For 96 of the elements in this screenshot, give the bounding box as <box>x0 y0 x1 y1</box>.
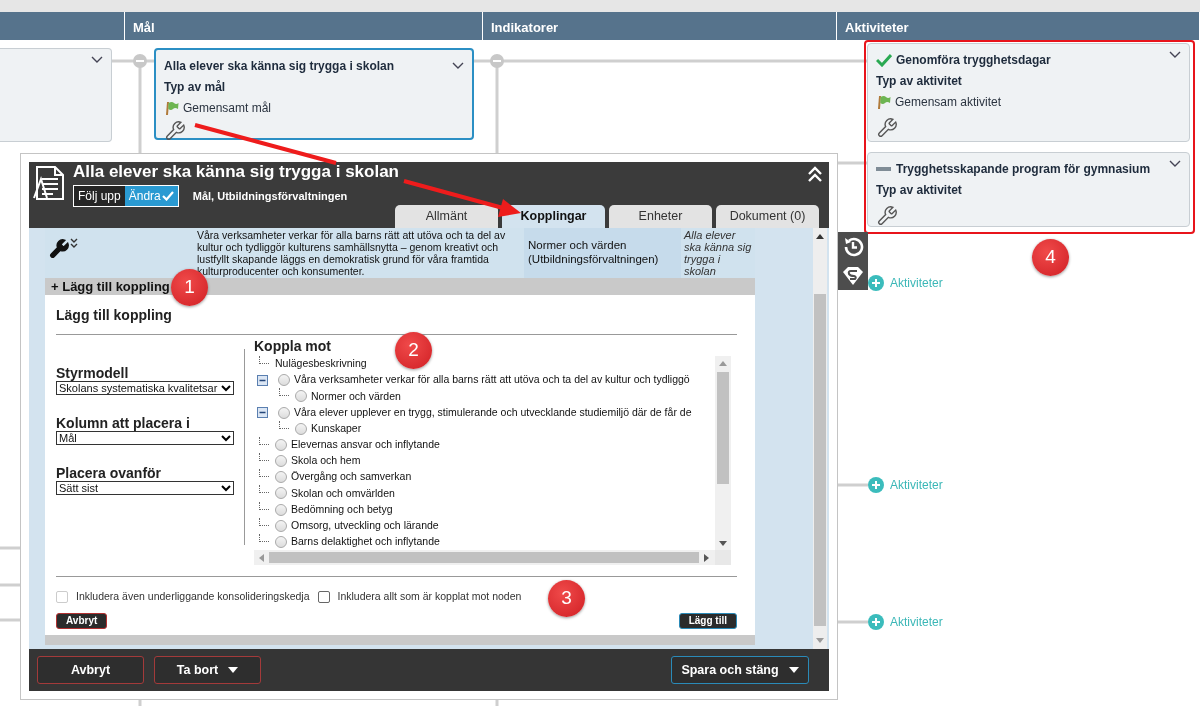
checkbox[interactable] <box>317 590 330 603</box>
collapse-icon[interactable] <box>257 374 268 386</box>
check-icon <box>876 53 892 67</box>
plus-icon <box>868 275 884 291</box>
expand-icon[interactable] <box>70 238 78 250</box>
tree-item[interactable]: Våra verksamheter verkar för alla barns rätt att utöva och ta del av kultur och tydliggö <box>294 372 690 389</box>
plus-icon <box>868 614 884 630</box>
radio-button[interactable] <box>275 455 287 468</box>
card-title: Alla elever ska känna sig trygga i skolan <box>164 58 395 75</box>
tab[interactable]: Kopplingar <box>502 205 605 228</box>
scrollbar-thumb[interactable] <box>717 372 729 484</box>
check-icon <box>161 191 174 201</box>
tree-title: Koppla mot <box>254 338 331 354</box>
tree-item[interactable]: Omsorg, utveckling och lärande <box>291 517 439 534</box>
field-label: Kolumn att placera i <box>56 415 191 431</box>
dialog-title: Alla elever ska känna sig trygga i skolan <box>73 162 399 182</box>
column-header: Indikatorer <box>483 12 837 40</box>
select-field[interactable]: Sätt sist <box>56 481 234 495</box>
dash-icon <box>876 166 892 172</box>
chevron-icon[interactable] <box>1169 160 1181 168</box>
step-badge: 4 <box>1032 239 1069 276</box>
tree-item[interactable]: Bedömning och betyg <box>291 501 393 518</box>
tree-item[interactable]: Normer och värden <box>311 388 401 405</box>
caret-icon <box>221 434 231 442</box>
tab[interactable]: Dokument (0) <box>716 205 819 228</box>
tree-item[interactable]: Skolan och omvärlden <box>291 485 395 502</box>
radio-button[interactable] <box>278 406 290 419</box>
tree-item[interactable]: Kunskaper <box>311 420 362 437</box>
type-label: Typ av aktivitet <box>876 73 963 90</box>
column-header: Mål <box>125 12 483 40</box>
flag-icon <box>876 95 891 109</box>
tree-item[interactable]: Övergång och samverkan <box>291 469 412 486</box>
history-icon[interactable] <box>842 236 864 258</box>
card-title: Genomföra trygghetsdagar <box>896 52 1051 69</box>
tree-item[interactable]: Nulägesbeskrivning <box>275 356 367 372</box>
scrollbar-thumb[interactable] <box>814 294 826 626</box>
caret-icon <box>221 384 231 392</box>
goal-card[interactable]: Alla elever ska känna sig trygga i skolan Typ av mål Gemensamt mål <box>154 48 474 140</box>
tab[interactable]: Enheter <box>609 205 712 228</box>
caret-icon <box>221 484 231 492</box>
tree-item[interactable]: Våra elever upplever en trygg, stimulerande och utvecklande studiemiljö där de får de <box>294 404 692 421</box>
column-header: Aktiviteter <box>837 12 1200 40</box>
checkbox-label[interactable]: Inkludera allt som är kopplat mot noden <box>337 589 522 605</box>
type-label: Typ av aktivitet <box>876 182 963 199</box>
select-field[interactable]: Skolans systematiska kvalitetsar <box>56 381 234 395</box>
select-field[interactable]: Mål <box>56 431 234 445</box>
connection-source: Alla elever ska känna sig trygga i skolan <box>682 228 753 278</box>
radio-button[interactable] <box>275 471 287 484</box>
tab[interactable]: Allmänt <box>395 205 498 228</box>
footer-button[interactable]: Spara och stäng <box>671 656 809 685</box>
chevron-icon[interactable] <box>91 56 103 64</box>
dialog-subtitle: Mål, Utbildningsförvaltningen <box>192 188 348 204</box>
flag-icon <box>164 101 179 115</box>
wrench-icon[interactable] <box>876 117 898 139</box>
scroll-up-icon[interactable] <box>816 234 824 239</box>
card-title: Trygghetsskapande program för gymnasium <box>896 161 1151 178</box>
field-label: Placera ovanför <box>56 465 163 481</box>
node-card[interactable] <box>0 48 112 142</box>
scroll-left-icon[interactable] <box>259 553 264 562</box>
radio-button[interactable] <box>275 438 287 451</box>
shield-icon[interactable] <box>842 266 864 286</box>
footer-button[interactable]: Ta bort <box>154 656 261 685</box>
tree-item[interactable]: Barns delaktighet och inflytande <box>291 534 440 550</box>
radio-button[interactable] <box>295 390 307 403</box>
scroll-right-icon[interactable] <box>704 553 709 562</box>
tree-item[interactable]: Skola och hem <box>291 453 361 469</box>
collapse-icon[interactable] <box>257 407 268 419</box>
footer-button[interactable]: Avbryt <box>37 656 144 685</box>
radio-button[interactable] <box>295 422 307 435</box>
wrench-icon[interactable] <box>48 238 70 260</box>
activity-card[interactable]: Genomföra trygghetsdagar Typ av aktivitet Gemensam aktivitet <box>867 43 1190 142</box>
type-label: Typ av mål <box>164 79 227 96</box>
radio-button[interactable] <box>275 503 287 516</box>
document-icon <box>33 165 67 201</box>
radio-button[interactable] <box>278 374 290 387</box>
chevron-icon[interactable] <box>1169 51 1181 59</box>
chevron-icon[interactable] <box>452 62 464 70</box>
form-title: Lägg till koppling <box>56 306 173 325</box>
type-value: Gemensamt mål <box>183 100 272 117</box>
plus-icon <box>868 477 884 493</box>
add-button[interactable]: Lägg till <box>678 612 737 629</box>
field-label: Styrmodell <box>56 365 130 381</box>
wrench-icon[interactable] <box>876 205 898 227</box>
scrollbar-thumb[interactable] <box>269 552 699 563</box>
radio-button[interactable] <box>275 487 287 500</box>
radio-button[interactable] <box>275 535 287 548</box>
type-value: Gemensam aktivitet <box>895 94 1002 111</box>
activity-card[interactable]: Trygghetsskapande program för gymnasium Typ av aktivitet <box>867 152 1190 227</box>
tree-item[interactable]: Elevernas ansvar och inflytande <box>291 437 440 453</box>
radio-button[interactable] <box>275 519 287 532</box>
wrench-icon[interactable] <box>164 120 186 142</box>
connection-target: Normer och värden (Utbildningsförvaltningen) <box>528 239 659 265</box>
cancel-button[interactable]: Avbryt <box>56 612 108 629</box>
collapse-icon[interactable] <box>807 166 823 182</box>
toggle-button[interactable]: Följ upp <box>74 186 125 206</box>
scroll-down-icon[interactable] <box>719 541 727 546</box>
